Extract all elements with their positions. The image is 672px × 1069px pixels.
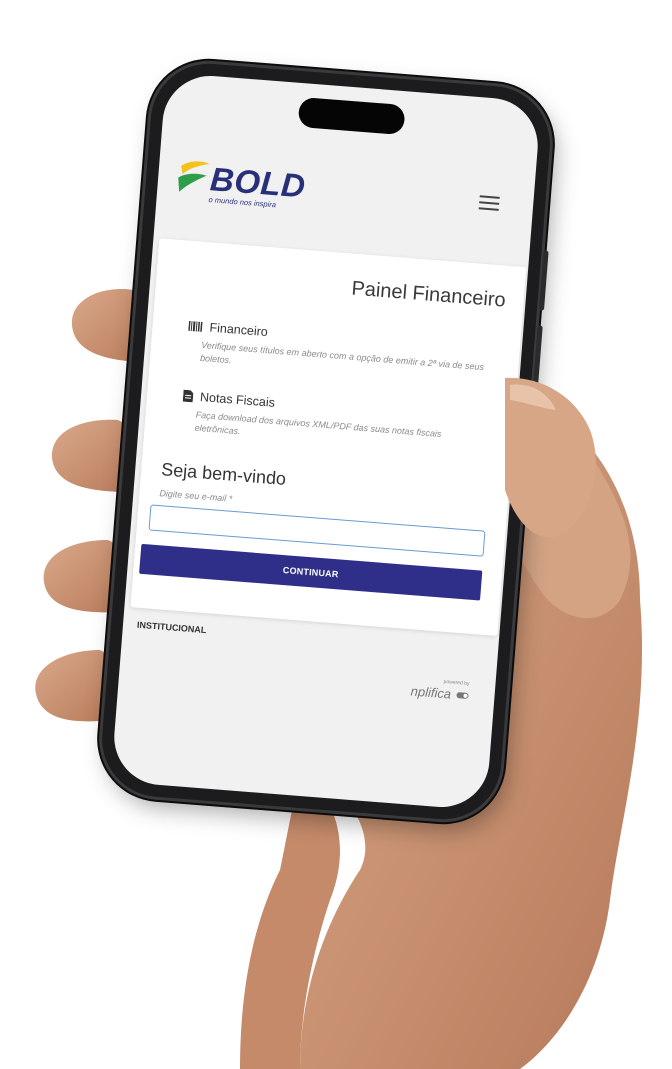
dynamic-island [297, 96, 406, 136]
email-label: Digite seu e-mail * [159, 488, 233, 504]
powered-brand: nplifica [410, 683, 452, 702]
barcode-icon [188, 320, 203, 332]
phone-screen: BOLD o mundo nos inspira Painel Financei… [110, 72, 542, 811]
feature-title: Financeiro [209, 320, 269, 340]
powered-by-logo: powered by nplifica [410, 676, 469, 704]
feature-title: Notas Fiscais [199, 390, 276, 410]
phone-frame: BOLD o mundo nos inspira Painel Financei… [97, 59, 555, 824]
toggle-icon [456, 691, 469, 699]
financial-panel-card: Painel Financeiro Financeiro Verifique s… [130, 238, 527, 637]
document-icon [182, 389, 194, 403]
app-header: BOLD o mundo nos inspira [156, 150, 536, 239]
feature-financeiro: Financeiro Verifique seus títulos em abe… [186, 319, 495, 388]
hamburger-icon[interactable] [478, 195, 500, 211]
institutional-link[interactable]: INSTITUCIONAL [137, 620, 207, 635]
welcome-heading: Seja bem-vindo [160, 459, 287, 489]
panel-title: Painel Financeiro [350, 277, 507, 312]
bold-logo-mark-icon [178, 161, 210, 192]
feature-notas-fiscais: Notas Fiscais Faça download dos arquivos… [180, 389, 489, 458]
bold-logo[interactable]: BOLD o mundo nos inspira [174, 152, 307, 217]
